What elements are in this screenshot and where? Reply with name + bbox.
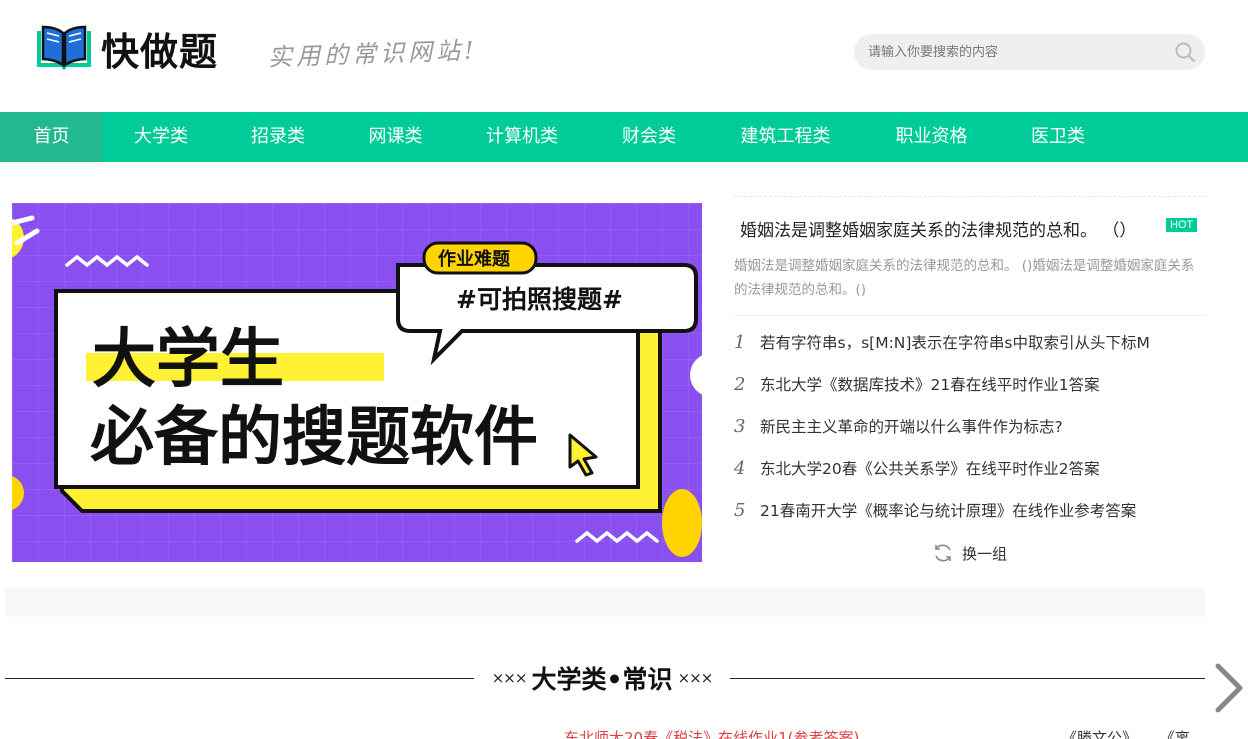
- content-separator: [5, 588, 1205, 617]
- bubble-text: #可拍照搜题#: [456, 285, 623, 314]
- nav-item-finance[interactable]: 财会类: [590, 112, 708, 162]
- banner-headline-1: 大学生: [92, 323, 284, 397]
- hot-badge: HOT: [1166, 218, 1198, 232]
- article-link[interactable]: 《滕文公》 《离: [1062, 727, 1190, 739]
- banner-headline-2: 必备的搜题软件: [90, 401, 538, 475]
- main-nav: 首页 大学类 招录类 网课类 计算机类 财会类 建筑工程类 职业资格 医卫类: [0, 112, 1248, 162]
- logo-text: 快做题: [101, 29, 219, 74]
- nav-item-recruitment[interactable]: 招录类: [219, 112, 337, 162]
- decor-left: ×××: [491, 669, 528, 687]
- list-number: 2: [734, 374, 746, 395]
- section-heading: ××× 大学类•常识 ×××: [474, 660, 730, 696]
- list-item-text[interactable]: 若有字符串s，s[M:N]表示在字符串s中取索引从头下标M: [760, 332, 1206, 354]
- search-input[interactable]: [868, 34, 1168, 70]
- list-item-text[interactable]: 新民主主义革命的开端以什么事件作为标志?: [760, 416, 1206, 438]
- list-item[interactable]: 1 若有字符串s，s[M:N]表示在字符串s中取索引从头下标M: [734, 332, 1206, 374]
- hot-article-description: 婚姻法是调整婚姻家庭关系的法律规范的总和。 ()婚姻法是调整婚姻家庭关系的法律规…: [734, 258, 1195, 298]
- nav-item-online-course[interactable]: 网课类: [337, 112, 454, 162]
- search-icon[interactable]: [1174, 41, 1196, 63]
- divider: [734, 315, 1206, 316]
- list-item[interactable]: 4 东北大学20春《公共关系学》在线平时作业2答案: [734, 458, 1206, 500]
- bubble-label: 作业难题: [438, 248, 511, 270]
- list-number: 3: [734, 416, 746, 437]
- list-item[interactable]: 3 新民主主义革命的开端以什么事件作为标志?: [734, 416, 1206, 458]
- divider: [734, 196, 1206, 197]
- refresh-button[interactable]: 换一组: [932, 542, 1007, 564]
- search-box: [854, 34, 1205, 70]
- list-number: 1: [734, 332, 746, 353]
- nav-item-medical[interactable]: 医卫类: [1000, 112, 1116, 162]
- site-logo[interactable]: 快做题: [33, 22, 218, 74]
- refresh-icon: [935, 544, 951, 562]
- list-item[interactable]: 2 东北大学《数据库技术》21春在线平时作业1答案: [734, 374, 1206, 416]
- list-number: 4: [734, 458, 746, 479]
- nav-item-professional[interactable]: 职业资格: [863, 112, 1000, 162]
- article-link[interactable]: 东北师大20春《税法》在线作业1(参考答案): [564, 727, 859, 739]
- chevron-right-icon[interactable]: [1210, 662, 1246, 714]
- site-slogan: 实用的常识网站!: [267, 36, 479, 72]
- question-list: 1 若有字符串s，s[M:N]表示在字符串s中取索引从头下标M 2 东北大学《数据库…: [734, 332, 1206, 542]
- list-item[interactable]: 5 21春南开大学《概率论与统计原理》在线作业参考答案: [734, 500, 1206, 542]
- hot-article-title[interactable]: 婚姻法是调整婚姻家庭关系的法律规范的总和。 （）: [740, 216, 1160, 241]
- promo-banner[interactable]: 大学生 必备的搜题软件 #可拍照搜题# 作业难题: [12, 203, 702, 562]
- refresh-label: 换一组: [962, 544, 1008, 563]
- list-item-text[interactable]: 东北大学《数据库技术》21春在线平时作业1答案: [760, 374, 1206, 396]
- book-icon: [37, 25, 91, 70]
- banner-graphic: 大学生 必备的搜题软件 #可拍照搜题# 作业难题: [12, 203, 702, 562]
- nav-item-university[interactable]: 大学类: [103, 112, 219, 162]
- nav-item-construction[interactable]: 建筑工程类: [708, 112, 863, 162]
- list-item-text[interactable]: 东北大学20春《公共关系学》在线平时作业2答案: [760, 458, 1206, 480]
- section-title: 大学类•常识: [531, 665, 673, 694]
- nav-item-home[interactable]: 首页: [0, 112, 103, 162]
- list-item-text[interactable]: 21春南开大学《概率论与统计原理》在线作业参考答案: [760, 500, 1206, 522]
- site-header: 快做题 实用的常识网站!: [0, 0, 1248, 112]
- decor-right: ×××: [677, 669, 714, 687]
- list-number: 5: [734, 500, 746, 521]
- nav-item-computer[interactable]: 计算机类: [454, 112, 590, 162]
